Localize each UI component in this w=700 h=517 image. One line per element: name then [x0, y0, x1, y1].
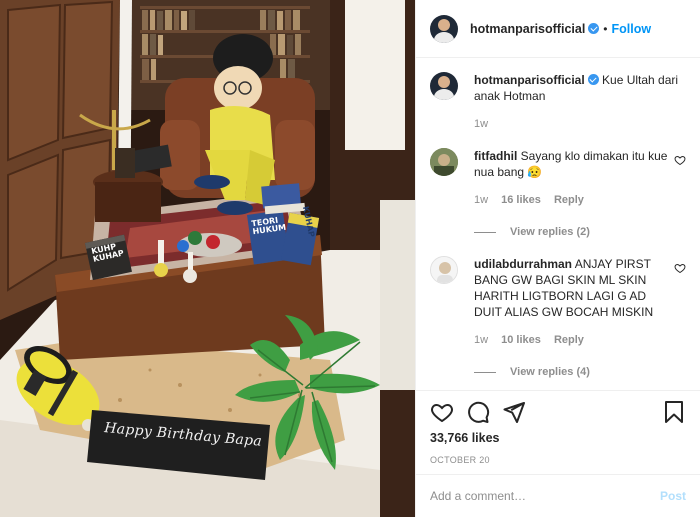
- caption-username[interactable]: hotmanparisofficial: [474, 73, 585, 87]
- comment-icon[interactable]: [466, 400, 490, 424]
- comment-username[interactable]: udilabdurrahman: [474, 257, 572, 271]
- comment: fitfadhil Sayang klo dimakan itu kue nua…: [416, 148, 700, 238]
- post-header: hotmanparisofficial • Follow: [416, 0, 700, 58]
- post-side-panel: hotmanparisofficial • Follow hotmanparis…: [415, 0, 700, 517]
- caption-meta: 1w: [474, 118, 686, 130]
- view-replies-button[interactable]: View replies (2): [474, 226, 674, 238]
- verified-badge-icon: [588, 23, 600, 34]
- comment-meta: 1w 10 likes Reply: [474, 334, 674, 346]
- post-date[interactable]: OCTOBER 20: [430, 455, 686, 465]
- follow-button[interactable]: Follow: [612, 22, 652, 36]
- view-replies-button[interactable]: View replies (4): [474, 366, 674, 378]
- caption-avatar[interactable]: [430, 72, 458, 100]
- comment-avatar[interactable]: [430, 256, 458, 284]
- comment-username[interactable]: fitfadhil: [474, 149, 517, 163]
- comment-time[interactable]: 1w: [474, 334, 488, 346]
- divider-line: [474, 371, 496, 373]
- header-username[interactable]: hotmanparisofficial: [470, 22, 585, 36]
- comment-avatar[interactable]: [430, 148, 458, 176]
- comment-meta: 1w 16 likes Reply: [474, 194, 674, 206]
- comment-like-heart-icon[interactable]: [674, 154, 686, 166]
- caption: hotmanparisofficial Kue Ultah dari anak …: [416, 72, 700, 130]
- post-actions: 33,766 likes OCTOBER 20: [416, 390, 700, 465]
- caption-time[interactable]: 1w: [474, 118, 488, 130]
- action-icons: [430, 399, 686, 425]
- bookmark-icon[interactable]: [662, 400, 686, 424]
- comment-input[interactable]: [430, 489, 660, 503]
- post-photo[interactable]: Happy Birthday Bapa KUHP KUHAP TEORI HUK…: [0, 0, 415, 517]
- avatar-image-icon: [430, 148, 458, 176]
- comment-like-heart-icon[interactable]: [674, 262, 686, 274]
- reply-button[interactable]: Reply: [554, 194, 584, 206]
- avatar-image-icon: [431, 257, 457, 283]
- comment-likes[interactable]: 10 likes: [501, 334, 541, 346]
- share-icon[interactable]: [502, 400, 526, 424]
- separator-dot: •: [603, 21, 608, 36]
- comment-text-block: udilabdurrahman ANJAY PIRST BANG GW BAGI…: [474, 256, 674, 320]
- comment-likes[interactable]: 16 likes: [501, 194, 541, 206]
- caption-text-block: hotmanparisofficial Kue Ultah dari anak …: [474, 72, 686, 104]
- likes-count[interactable]: 33,766 likes: [430, 431, 686, 445]
- instagram-post: Happy Birthday Bapa KUHP KUHAP TEORI HUK…: [0, 0, 700, 517]
- comment-time[interactable]: 1w: [474, 194, 488, 206]
- verified-badge-icon: [587, 74, 599, 85]
- view-replies-label: View replies (4): [510, 366, 590, 378]
- comments-list[interactable]: hotmanparisofficial Kue Ultah dari anak …: [416, 72, 700, 390]
- heart-icon[interactable]: [430, 400, 454, 424]
- add-comment-bar: Post: [416, 474, 700, 517]
- divider-line: [474, 231, 496, 233]
- view-replies-label: View replies (2): [510, 226, 590, 238]
- avatar[interactable]: [430, 14, 458, 43]
- comment: udilabdurrahman ANJAY PIRST BANG GW BAGI…: [416, 256, 700, 378]
- post-comment-button[interactable]: Post: [660, 489, 686, 503]
- comment-text-block: fitfadhil Sayang klo dimakan itu kue nua…: [474, 148, 674, 180]
- reply-button[interactable]: Reply: [554, 334, 584, 346]
